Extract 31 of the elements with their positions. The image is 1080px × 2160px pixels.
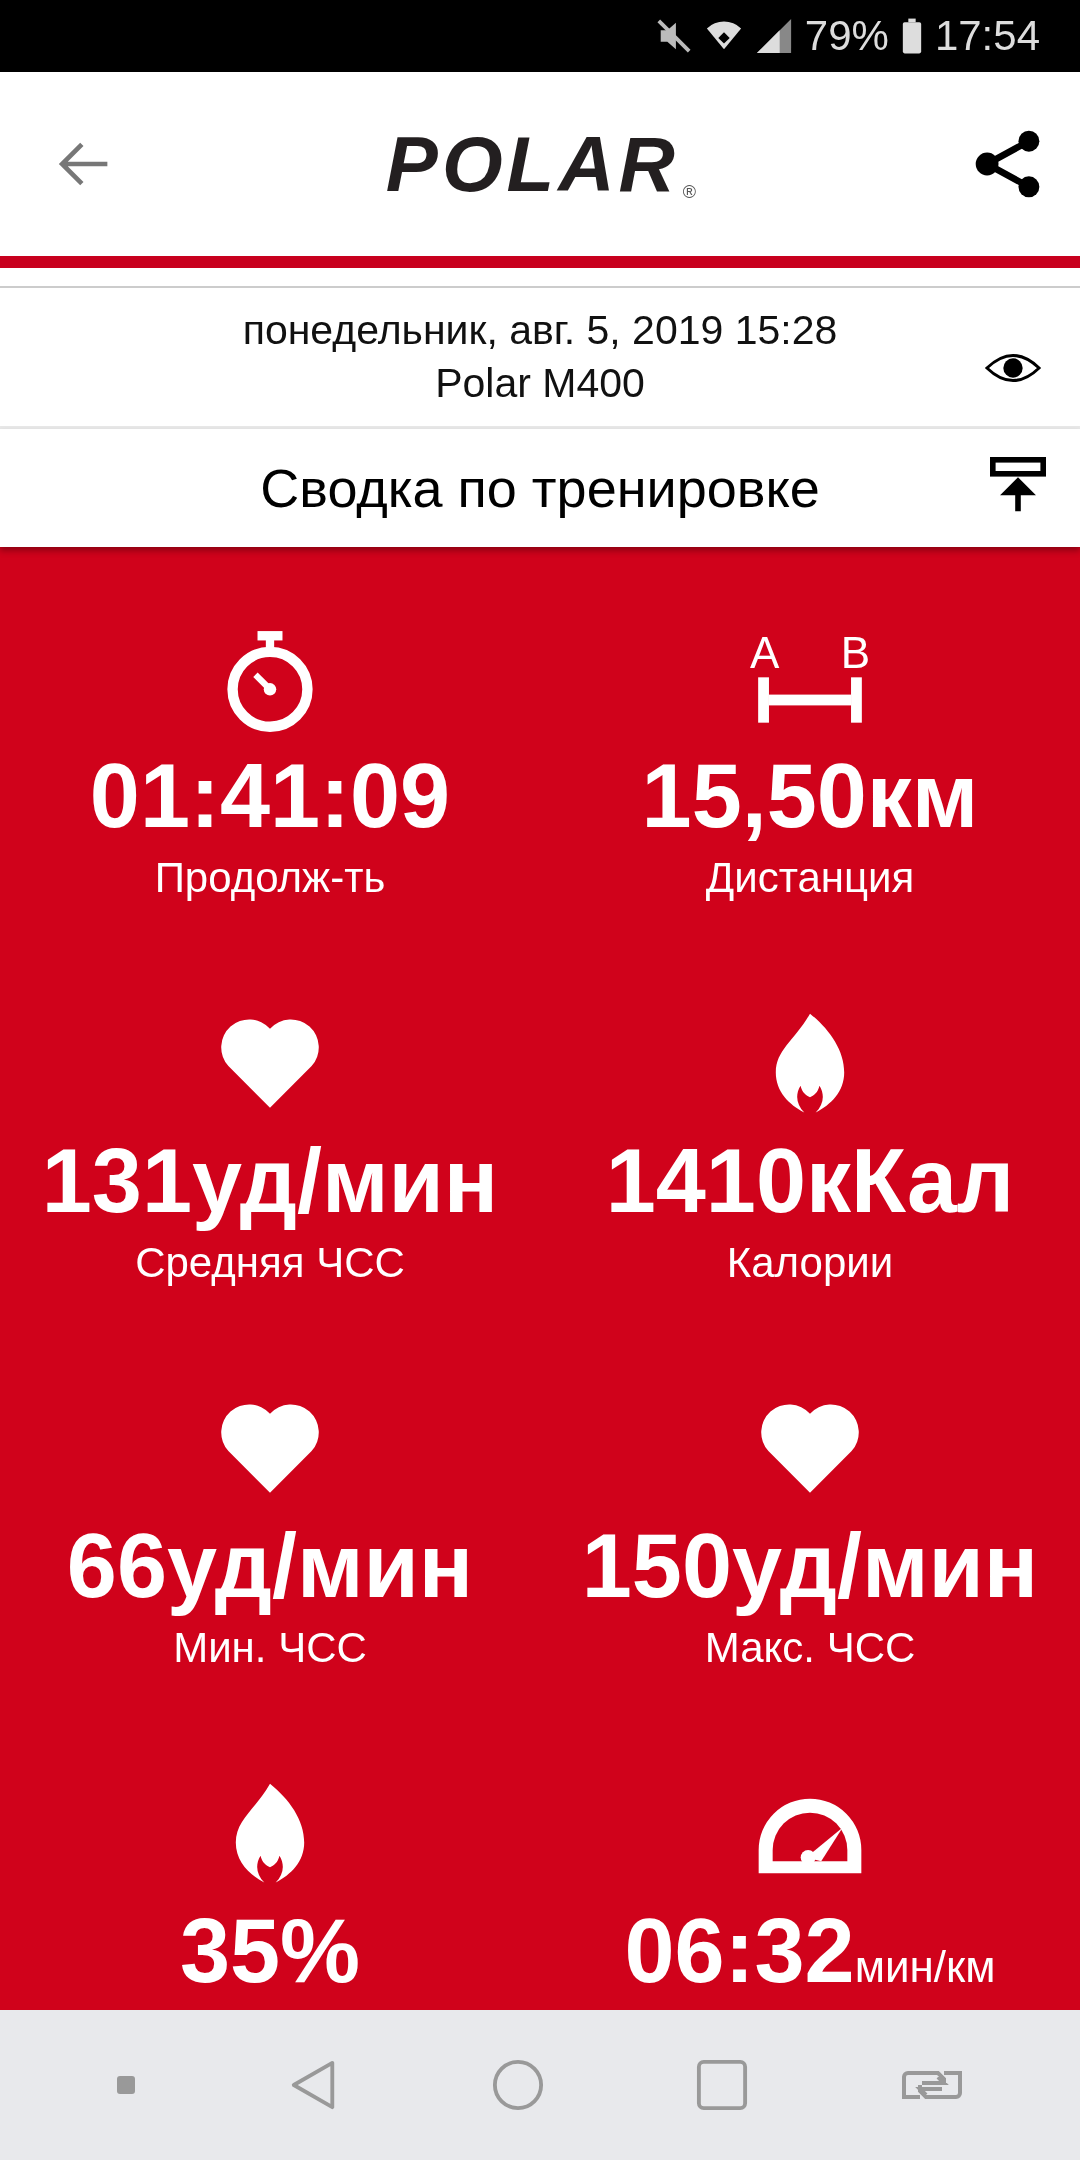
battery-icon [900,16,923,56]
stat-unit: мин/км [854,1942,996,1992]
stat-value: 35% [179,1902,361,2001]
stat-value: 150уд/мин [581,1517,1039,1616]
stat-value: 66уд/мин [66,1517,474,1616]
stat-value: 06:32 [624,1902,855,2001]
stat-label: Продолж-ть [154,854,386,902]
battery-percent: 79% [804,12,889,60]
heart-icon [758,1401,862,1495]
home-icon[interactable] [492,2059,544,2111]
stat-label: Калории [726,1239,894,1287]
stat-value: 15,50км [641,747,979,846]
stat-value: 131уд/мин [41,1132,499,1231]
heart-icon [218,1401,322,1495]
section-title: Сводка по тренировке [259,457,821,519]
heart-icon [218,1016,322,1110]
stat-label: Макс. ЧСС [704,1624,916,1672]
stat-value: 01:41:09 [89,747,451,846]
clock: 17:54 [934,12,1040,60]
point-label: A [750,631,780,675]
device-name: Polar M400 [435,360,645,407]
stat-value: 1410кКал [605,1132,1015,1231]
workout-date: понедельник, авг. 5, 2019 15:28 [242,307,838,354]
stat-label: Дистанция [705,854,915,902]
stat-label: Мин. ЧСС [173,1624,367,1672]
stat-label: Средняя ЧСС [135,1239,405,1287]
logo: POLAR® [385,125,697,203]
recents-icon[interactable] [696,2059,748,2111]
signal-icon [754,17,793,55]
point-label: B [840,631,870,675]
distance-icon [756,675,864,725]
